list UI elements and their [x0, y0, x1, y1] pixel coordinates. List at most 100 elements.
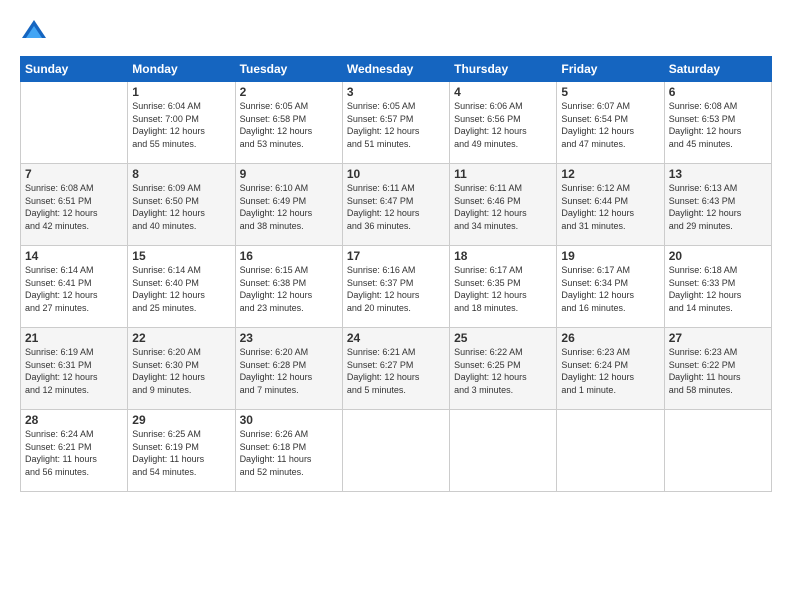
day-number: 3: [347, 85, 445, 99]
cell-info: Sunrise: 6:24 AM Sunset: 6:21 PM Dayligh…: [25, 428, 123, 478]
day-number: 6: [669, 85, 767, 99]
calendar-cell: 25Sunrise: 6:22 AM Sunset: 6:25 PM Dayli…: [450, 328, 557, 410]
day-number: 15: [132, 249, 230, 263]
calendar-cell: 8Sunrise: 6:09 AM Sunset: 6:50 PM Daylig…: [128, 164, 235, 246]
calendar-week-row: 21Sunrise: 6:19 AM Sunset: 6:31 PM Dayli…: [21, 328, 772, 410]
day-number: 14: [25, 249, 123, 263]
day-number: 8: [132, 167, 230, 181]
day-number: 1: [132, 85, 230, 99]
cell-info: Sunrise: 6:05 AM Sunset: 6:57 PM Dayligh…: [347, 100, 445, 150]
cell-info: Sunrise: 6:18 AM Sunset: 6:33 PM Dayligh…: [669, 264, 767, 314]
cell-info: Sunrise: 6:09 AM Sunset: 6:50 PM Dayligh…: [132, 182, 230, 232]
day-number: 23: [240, 331, 338, 345]
cell-info: Sunrise: 6:13 AM Sunset: 6:43 PM Dayligh…: [669, 182, 767, 232]
cell-info: Sunrise: 6:06 AM Sunset: 6:56 PM Dayligh…: [454, 100, 552, 150]
cell-info: Sunrise: 6:07 AM Sunset: 6:54 PM Dayligh…: [561, 100, 659, 150]
calendar-cell: 30Sunrise: 6:26 AM Sunset: 6:18 PM Dayli…: [235, 410, 342, 492]
calendar-cell: 4Sunrise: 6:06 AM Sunset: 6:56 PM Daylig…: [450, 82, 557, 164]
weekday-header-saturday: Saturday: [664, 57, 771, 82]
calendar-cell: 14Sunrise: 6:14 AM Sunset: 6:41 PM Dayli…: [21, 246, 128, 328]
calendar-cell: 17Sunrise: 6:16 AM Sunset: 6:37 PM Dayli…: [342, 246, 449, 328]
weekday-header-tuesday: Tuesday: [235, 57, 342, 82]
day-number: 21: [25, 331, 123, 345]
calendar-cell: [557, 410, 664, 492]
day-number: 27: [669, 331, 767, 345]
day-number: 25: [454, 331, 552, 345]
day-number: 30: [240, 413, 338, 427]
calendar-cell: 7Sunrise: 6:08 AM Sunset: 6:51 PM Daylig…: [21, 164, 128, 246]
calendar-cell: 2Sunrise: 6:05 AM Sunset: 6:58 PM Daylig…: [235, 82, 342, 164]
calendar-cell: 29Sunrise: 6:25 AM Sunset: 6:19 PM Dayli…: [128, 410, 235, 492]
weekday-header-wednesday: Wednesday: [342, 57, 449, 82]
cell-info: Sunrise: 6:22 AM Sunset: 6:25 PM Dayligh…: [454, 346, 552, 396]
calendar-cell: 19Sunrise: 6:17 AM Sunset: 6:34 PM Dayli…: [557, 246, 664, 328]
cell-info: Sunrise: 6:21 AM Sunset: 6:27 PM Dayligh…: [347, 346, 445, 396]
calendar-cell: 21Sunrise: 6:19 AM Sunset: 6:31 PM Dayli…: [21, 328, 128, 410]
day-number: 28: [25, 413, 123, 427]
calendar-cell: 3Sunrise: 6:05 AM Sunset: 6:57 PM Daylig…: [342, 82, 449, 164]
header: [20, 18, 772, 46]
day-number: 4: [454, 85, 552, 99]
page: SundayMondayTuesdayWednesdayThursdayFrid…: [0, 0, 792, 612]
calendar-week-row: 14Sunrise: 6:14 AM Sunset: 6:41 PM Dayli…: [21, 246, 772, 328]
calendar-cell: 12Sunrise: 6:12 AM Sunset: 6:44 PM Dayli…: [557, 164, 664, 246]
cell-info: Sunrise: 6:10 AM Sunset: 6:49 PM Dayligh…: [240, 182, 338, 232]
day-number: 29: [132, 413, 230, 427]
calendar-cell: [342, 410, 449, 492]
calendar-table: SundayMondayTuesdayWednesdayThursdayFrid…: [20, 56, 772, 492]
day-number: 2: [240, 85, 338, 99]
cell-info: Sunrise: 6:08 AM Sunset: 6:53 PM Dayligh…: [669, 100, 767, 150]
day-number: 12: [561, 167, 659, 181]
calendar-cell: 11Sunrise: 6:11 AM Sunset: 6:46 PM Dayli…: [450, 164, 557, 246]
cell-info: Sunrise: 6:12 AM Sunset: 6:44 PM Dayligh…: [561, 182, 659, 232]
cell-info: Sunrise: 6:15 AM Sunset: 6:38 PM Dayligh…: [240, 264, 338, 314]
calendar-week-row: 1Sunrise: 6:04 AM Sunset: 7:00 PM Daylig…: [21, 82, 772, 164]
calendar-cell: 26Sunrise: 6:23 AM Sunset: 6:24 PM Dayli…: [557, 328, 664, 410]
cell-info: Sunrise: 6:05 AM Sunset: 6:58 PM Dayligh…: [240, 100, 338, 150]
cell-info: Sunrise: 6:20 AM Sunset: 6:30 PM Dayligh…: [132, 346, 230, 396]
cell-info: Sunrise: 6:19 AM Sunset: 6:31 PM Dayligh…: [25, 346, 123, 396]
calendar-cell: 16Sunrise: 6:15 AM Sunset: 6:38 PM Dayli…: [235, 246, 342, 328]
cell-info: Sunrise: 6:11 AM Sunset: 6:46 PM Dayligh…: [454, 182, 552, 232]
weekday-header-sunday: Sunday: [21, 57, 128, 82]
cell-info: Sunrise: 6:16 AM Sunset: 6:37 PM Dayligh…: [347, 264, 445, 314]
cell-info: Sunrise: 6:20 AM Sunset: 6:28 PM Dayligh…: [240, 346, 338, 396]
calendar-cell: 9Sunrise: 6:10 AM Sunset: 6:49 PM Daylig…: [235, 164, 342, 246]
weekday-row: SundayMondayTuesdayWednesdayThursdayFrid…: [21, 57, 772, 82]
calendar-cell: 23Sunrise: 6:20 AM Sunset: 6:28 PM Dayli…: [235, 328, 342, 410]
day-number: 24: [347, 331, 445, 345]
calendar-week-row: 7Sunrise: 6:08 AM Sunset: 6:51 PM Daylig…: [21, 164, 772, 246]
day-number: 7: [25, 167, 123, 181]
calendar-cell: 24Sunrise: 6:21 AM Sunset: 6:27 PM Dayli…: [342, 328, 449, 410]
cell-info: Sunrise: 6:08 AM Sunset: 6:51 PM Dayligh…: [25, 182, 123, 232]
calendar-cell: 6Sunrise: 6:08 AM Sunset: 6:53 PM Daylig…: [664, 82, 771, 164]
cell-info: Sunrise: 6:25 AM Sunset: 6:19 PM Dayligh…: [132, 428, 230, 478]
cell-info: Sunrise: 6:14 AM Sunset: 6:40 PM Dayligh…: [132, 264, 230, 314]
day-number: 13: [669, 167, 767, 181]
weekday-header-monday: Monday: [128, 57, 235, 82]
calendar-cell: 28Sunrise: 6:24 AM Sunset: 6:21 PM Dayli…: [21, 410, 128, 492]
cell-info: Sunrise: 6:23 AM Sunset: 6:24 PM Dayligh…: [561, 346, 659, 396]
logo: [20, 18, 52, 46]
calendar-body: 1Sunrise: 6:04 AM Sunset: 7:00 PM Daylig…: [21, 82, 772, 492]
calendar-cell: 18Sunrise: 6:17 AM Sunset: 6:35 PM Dayli…: [450, 246, 557, 328]
weekday-header-thursday: Thursday: [450, 57, 557, 82]
day-number: 16: [240, 249, 338, 263]
calendar-cell: 13Sunrise: 6:13 AM Sunset: 6:43 PM Dayli…: [664, 164, 771, 246]
day-number: 18: [454, 249, 552, 263]
day-number: 22: [132, 331, 230, 345]
cell-info: Sunrise: 6:17 AM Sunset: 6:35 PM Dayligh…: [454, 264, 552, 314]
cell-info: Sunrise: 6:04 AM Sunset: 7:00 PM Dayligh…: [132, 100, 230, 150]
calendar-cell: [664, 410, 771, 492]
cell-info: Sunrise: 6:17 AM Sunset: 6:34 PM Dayligh…: [561, 264, 659, 314]
cell-info: Sunrise: 6:26 AM Sunset: 6:18 PM Dayligh…: [240, 428, 338, 478]
day-number: 17: [347, 249, 445, 263]
calendar-cell: 15Sunrise: 6:14 AM Sunset: 6:40 PM Dayli…: [128, 246, 235, 328]
calendar-cell: 5Sunrise: 6:07 AM Sunset: 6:54 PM Daylig…: [557, 82, 664, 164]
day-number: 11: [454, 167, 552, 181]
calendar-cell: 20Sunrise: 6:18 AM Sunset: 6:33 PM Dayli…: [664, 246, 771, 328]
calendar-week-row: 28Sunrise: 6:24 AM Sunset: 6:21 PM Dayli…: [21, 410, 772, 492]
cell-info: Sunrise: 6:23 AM Sunset: 6:22 PM Dayligh…: [669, 346, 767, 396]
day-number: 9: [240, 167, 338, 181]
day-number: 10: [347, 167, 445, 181]
